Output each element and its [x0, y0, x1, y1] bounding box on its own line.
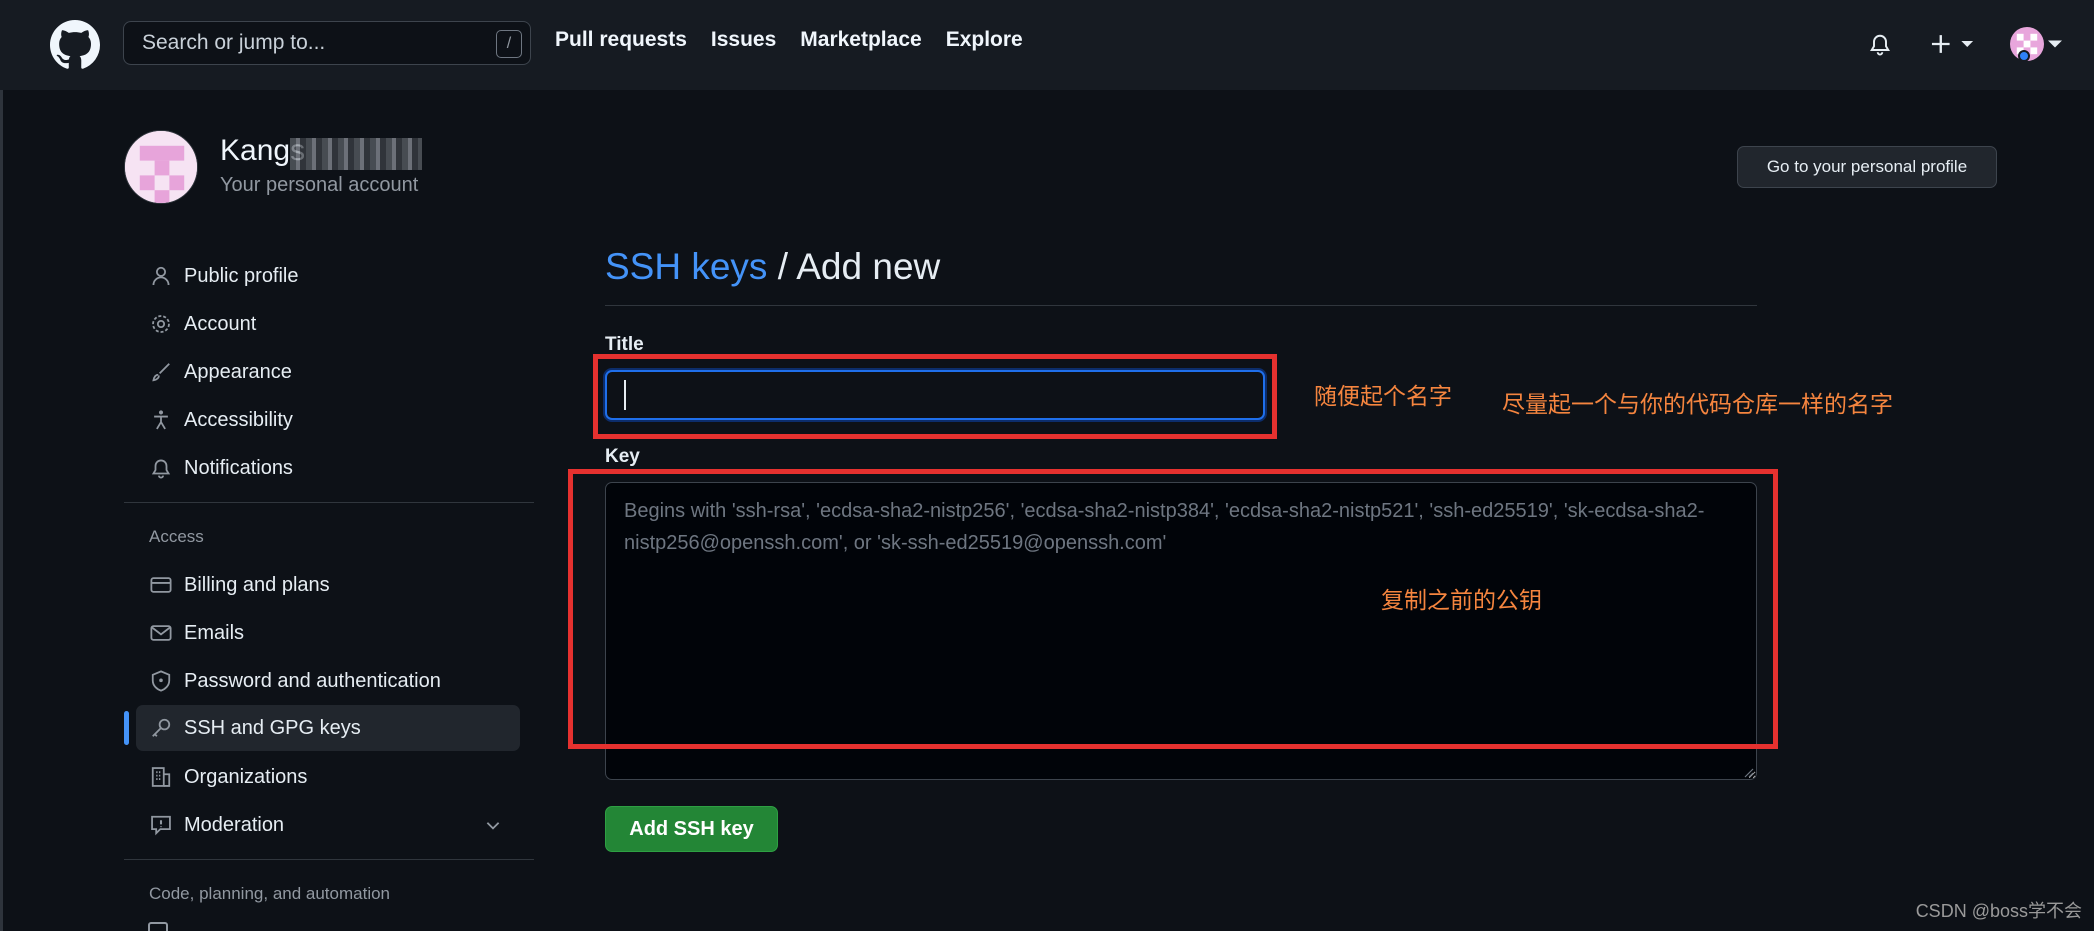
sidebar-item-public-profile[interactable]: Public profile: [136, 253, 520, 299]
main-nav: Pull requests Issues Marketplace Explore: [555, 28, 1023, 52]
sidebar-divider: [124, 859, 534, 860]
go-to-profile-button[interactable]: Go to your personal profile: [1737, 146, 1997, 188]
sidebar-heading-code: Code, planning, and automation: [149, 884, 391, 903]
search-placeholder: Search or jump to...: [142, 31, 326, 54]
nav-explore[interactable]: Explore: [946, 28, 1023, 52]
resize-handle-icon[interactable]: [1742, 766, 1754, 778]
sidebar-item-emails[interactable]: Emails: [136, 610, 520, 656]
notification-dot: [2018, 50, 2030, 62]
annotation-note-key: 复制之前的公钥: [1381, 587, 1542, 613]
top-header: Search or jump to... / Pull requests Iss…: [0, 0, 2094, 90]
watermark: CSDN @boss学不会: [1915, 901, 2082, 921]
sidebar-item-label: Accessibility: [184, 408, 293, 431]
sidebar-divider: [124, 502, 534, 503]
key-label: Key: [605, 446, 640, 467]
sidebar-item-label: SSH and GPG keys: [184, 716, 361, 739]
sidebar-item-label: Notifications: [184, 456, 293, 479]
sidebar-item-notifications[interactable]: Notifications: [136, 445, 520, 491]
window-edge: [0, 90, 3, 931]
add-ssh-key-button[interactable]: Add SSH key: [605, 806, 778, 852]
sidebar-item-label: Account: [184, 312, 257, 335]
mail-icon: [148, 620, 174, 646]
annotation-box-title: [593, 354, 1277, 439]
sidebar-item-account[interactable]: Account: [136, 301, 520, 347]
report-icon: [148, 812, 174, 838]
sidebar-item-moderation[interactable]: Moderation: [136, 802, 520, 848]
person-icon: [148, 263, 174, 289]
sidebar-item-label: Organizations: [184, 765, 308, 788]
shortcut-key: /: [496, 30, 522, 58]
profile-avatar[interactable]: [124, 130, 198, 204]
nav-issues[interactable]: Issues: [711, 28, 776, 52]
sidebar-heading-access: Access: [149, 527, 204, 546]
bell-icon[interactable]: [1860, 24, 1900, 64]
sidebar-item-appearance[interactable]: Appearance: [136, 349, 520, 395]
paintbrush-icon: [148, 359, 174, 385]
github-logo-icon[interactable]: [50, 20, 100, 70]
organization-icon: [148, 764, 174, 790]
profile-subtitle: Your personal account: [220, 174, 419, 196]
plus-icon[interactable]: [1926, 24, 1982, 64]
sidebar-item-label: Appearance: [184, 360, 292, 383]
accessibility-icon: [148, 407, 174, 433]
active-indicator: [124, 711, 129, 745]
title-divider: [605, 305, 1757, 306]
bell-icon: [148, 455, 174, 481]
sidebar-item-billing[interactable]: Billing and plans: [136, 562, 520, 608]
sidebar-item-label: Billing and plans: [184, 573, 330, 596]
sidebar-item-label: Password and authentication: [184, 669, 441, 692]
sidebar-item-label: Emails: [184, 621, 245, 644]
sidebar-item-label: Public profile: [184, 264, 299, 287]
annotation-note-title: 随便起个名字: [1314, 383, 1452, 409]
repo-icon: [148, 922, 168, 931]
nav-pull-requests[interactable]: Pull requests: [555, 28, 687, 52]
sidebar-item-accessibility[interactable]: Accessibility: [136, 397, 520, 443]
breadcrumb-ssh-keys[interactable]: SSH keys: [605, 246, 767, 287]
gear-icon: [148, 311, 174, 337]
key-icon: [148, 715, 174, 741]
sidebar-item-password[interactable]: Password and authentication: [136, 658, 520, 704]
header-actions: [1860, 24, 2064, 64]
sidebar-item-ssh-gpg-keys[interactable]: SSH and GPG keys: [136, 705, 520, 751]
search-input[interactable]: Search or jump to... /: [123, 21, 531, 65]
title-text: Add new: [796, 246, 941, 287]
sidebar-item-label: Moderation: [184, 813, 285, 836]
annotation-note-title-hint: 尽量起一个与你的代码仓库一样的名字: [1502, 391, 1893, 417]
page-title: SSH keys / Add new: [605, 246, 940, 288]
user-menu[interactable]: [2008, 24, 2064, 64]
sidebar-item-organizations[interactable]: Organizations: [136, 754, 520, 800]
annotation-box-key: [568, 469, 1778, 749]
chevron-down-icon[interactable]: [484, 816, 502, 834]
title-label: Title: [605, 334, 644, 355]
credit-card-icon: [148, 572, 174, 598]
shield-lock-icon: [148, 668, 174, 694]
title-separator: /: [767, 246, 797, 287]
redacted-name: [290, 138, 422, 170]
nav-marketplace[interactable]: Marketplace: [800, 28, 921, 52]
